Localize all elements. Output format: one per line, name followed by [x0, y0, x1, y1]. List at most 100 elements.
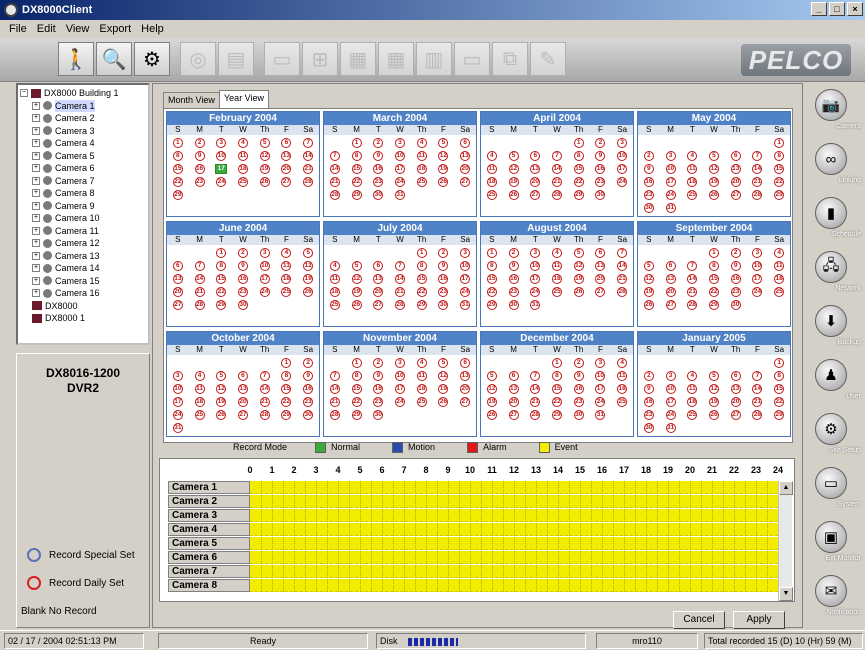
day-cell[interactable]: 13 [665, 273, 676, 284]
day-cell[interactable]: 26 [708, 409, 719, 420]
sidebar-system-button[interactable]: ▭ System [805, 463, 863, 517]
day-cell[interactable]: 26 [216, 409, 227, 420]
tree-item-camera[interactable]: + Camera 5 [20, 150, 146, 163]
tree-item-camera[interactable]: + Camera 6 [20, 162, 146, 175]
tree-item-camera[interactable]: + Camera 9 [20, 200, 146, 213]
day-cell[interactable]: 29 [774, 189, 785, 200]
day-cell[interactable]: 23 [508, 286, 519, 297]
day-cell[interactable]: 7 [329, 370, 340, 381]
day-cell[interactable]: 8 [573, 150, 584, 161]
maximize-button[interactable]: □ [829, 2, 845, 16]
day-cell[interactable]: 14 [687, 273, 698, 284]
day-cell[interactable]: 16 [643, 396, 654, 407]
day-cell[interactable]: 17 [460, 273, 471, 284]
expand-icon[interactable]: + [32, 164, 40, 173]
today-cell[interactable]: 17 [215, 163, 228, 174]
layout-seq-button[interactable]: ▭ [454, 42, 490, 76]
day-cell[interactable]: 12 [708, 383, 719, 394]
cancel-button[interactable]: Cancel [673, 611, 725, 629]
expand-icon[interactable]: + [32, 276, 40, 285]
day-cell[interactable]: 18 [416, 163, 427, 174]
day-cell[interactable]: 4 [551, 247, 562, 258]
day-cell[interactable]: 7 [752, 150, 763, 161]
day-cell[interactable]: 13 [595, 260, 606, 271]
day-cell[interactable]: 12 [303, 260, 314, 271]
layout-1-button[interactable]: ▭ [264, 42, 300, 76]
day-cell[interactable]: 9 [373, 370, 384, 381]
schedule-lane[interactable] [250, 537, 778, 550]
menu-view[interactable]: View [61, 23, 95, 35]
day-cell[interactable]: 7 [617, 247, 628, 258]
day-cell[interactable]: 20 [237, 396, 248, 407]
menu-edit[interactable]: Edit [32, 23, 61, 35]
day-cell[interactable]: 11 [281, 260, 292, 271]
tree-item-camera[interactable]: + Camera 11 [20, 225, 146, 238]
day-cell[interactable]: 22 [216, 286, 227, 297]
day-cell[interactable]: 18 [774, 273, 785, 284]
day-cell[interactable]: 20 [373, 286, 384, 297]
day-cell[interactable]: 16 [373, 383, 384, 394]
day-cell[interactable]: 20 [595, 273, 606, 284]
day-cell[interactable]: 18 [281, 273, 292, 284]
day-cell[interactable]: 2 [508, 247, 519, 258]
day-cell[interactable]: 24 [394, 176, 405, 187]
day-cell[interactable]: 2 [438, 247, 449, 258]
day-cell[interactable]: 22 [486, 286, 497, 297]
day-cell[interactable]: 30 [373, 409, 384, 420]
day-cell[interactable]: 23 [438, 286, 449, 297]
day-cell[interactable]: 25 [486, 189, 497, 200]
expand-icon[interactable]: + [32, 189, 40, 198]
day-cell[interactable]: 3 [665, 370, 676, 381]
day-cell[interactable]: 1 [416, 247, 427, 258]
collapse-icon[interactable]: − [20, 89, 28, 98]
day-cell[interactable]: 7 [551, 150, 562, 161]
day-cell[interactable]: 19 [216, 396, 227, 407]
day-cell[interactable]: 13 [460, 150, 471, 161]
tree-item-camera[interactable]: + Camera 4 [20, 137, 146, 150]
day-cell[interactable]: 2 [373, 137, 384, 148]
tree-item-camera[interactable]: + Camera 2 [20, 112, 146, 125]
day-cell[interactable]: 7 [752, 370, 763, 381]
day-cell[interactable]: 23 [194, 176, 205, 187]
day-cell[interactable]: 22 [774, 176, 785, 187]
day-cell[interactable]: 8 [774, 150, 785, 161]
day-cell[interactable]: 8 [551, 370, 562, 381]
day-cell[interactable]: 11 [774, 260, 785, 271]
menu-help[interactable]: Help [136, 23, 169, 35]
day-cell[interactable]: 9 [730, 260, 741, 271]
sidebar-camera-button[interactable]: 📷 Camera [805, 85, 863, 139]
day-cell[interactable]: 23 [373, 176, 384, 187]
day-cell[interactable]: 18 [416, 383, 427, 394]
day-cell[interactable]: 13 [508, 383, 519, 394]
day-cell[interactable]: 8 [172, 150, 183, 161]
day-cell[interactable]: 7 [530, 370, 541, 381]
day-cell[interactable]: 29 [281, 409, 292, 420]
day-cell[interactable]: 18 [687, 176, 698, 187]
day-cell[interactable]: 30 [730, 299, 741, 310]
expand-icon[interactable]: + [32, 201, 40, 210]
day-cell[interactable]: 1 [351, 137, 362, 148]
day-cell[interactable]: 19 [708, 396, 719, 407]
day-cell[interactable]: 11 [687, 163, 698, 174]
day-cell[interactable]: 4 [281, 247, 292, 258]
day-cell[interactable]: 24 [665, 189, 676, 200]
tree-root[interactable]: − DX8000 Building 1 [20, 87, 146, 100]
day-cell[interactable]: 11 [617, 370, 628, 381]
day-cell[interactable]: 15 [708, 273, 719, 284]
day-cell[interactable]: 20 [460, 383, 471, 394]
day-cell[interactable]: 21 [530, 396, 541, 407]
day-cell[interactable]: 10 [259, 260, 270, 271]
day-cell[interactable]: 21 [259, 396, 270, 407]
expand-icon[interactable]: + [32, 139, 40, 148]
day-cell[interactable]: 24 [460, 286, 471, 297]
day-cell[interactable]: 3 [172, 370, 183, 381]
expand-icon[interactable]: + [32, 114, 40, 123]
day-cell[interactable]: 10 [172, 383, 183, 394]
day-cell[interactable]: 23 [643, 189, 654, 200]
day-cell[interactable]: 27 [530, 189, 541, 200]
day-cell[interactable]: 14 [394, 273, 405, 284]
schedule-lane[interactable] [250, 509, 778, 522]
day-cell[interactable]: 8 [351, 150, 362, 161]
day-cell[interactable]: 26 [259, 176, 270, 187]
day-cell[interactable]: 26 [438, 176, 449, 187]
